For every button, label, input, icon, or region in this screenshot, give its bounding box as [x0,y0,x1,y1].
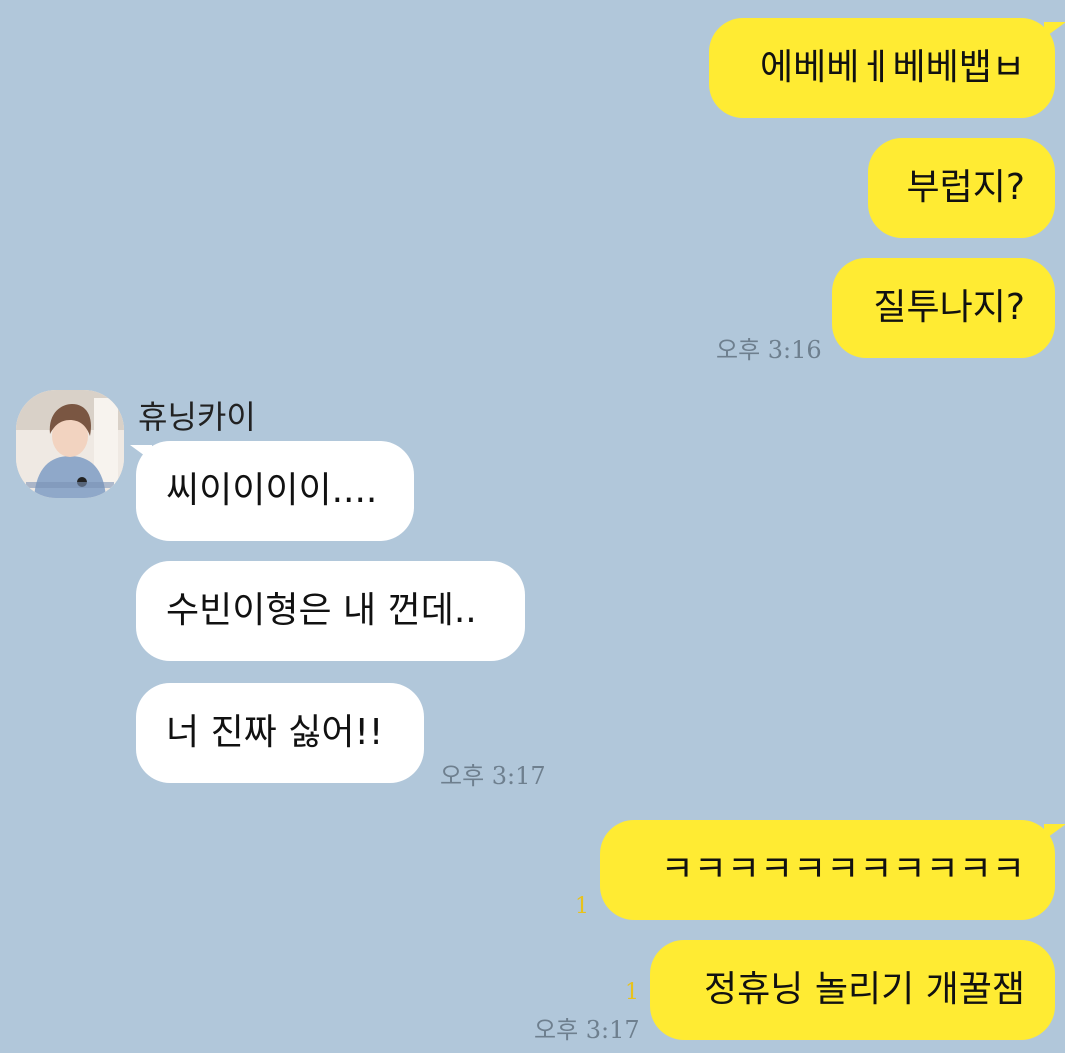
bubble-tail [1044,22,1065,38]
profile-photo-icon [16,390,124,498]
unread-count: 1 [575,894,589,919]
message-timestamp: 오후 3:17 [534,1016,640,1044]
their-message-bubble[interactable]: 씨이이이이.... [136,441,414,541]
message-text: 정휴닝 놀리기 개꿀잼 [704,969,1025,1010]
message-text: ㅋㅋㅋㅋㅋㅋㅋㅋㅋㅋㅋ [660,849,1025,890]
avatar[interactable] [16,390,124,498]
message-text: 너 진짜 싫어!! [166,712,384,753]
sender-name: 휴닝카이 [138,398,256,436]
bubble-tail [130,445,152,461]
message-text: 씨이이이이.... [166,470,378,511]
their-message-bubble[interactable]: 너 진짜 싫어!! [136,683,424,783]
message-text: 부럽지? [906,167,1025,208]
bubble-tail [1044,824,1065,840]
message-timestamp: 오후 3:17 [440,762,546,790]
message-text: 질투나지? [873,287,1025,328]
message-text: 에베베ㅔ베베뱁ㅂ [760,47,1025,88]
their-message-bubble[interactable]: 수빈이형은 내 껀데.. [136,561,525,661]
my-message-bubble[interactable]: 에베베ㅔ베베뱁ㅂ [709,18,1055,118]
message-text: 수빈이형은 내 껀데.. [166,590,477,631]
my-message-bubble[interactable]: 부럽지? [868,138,1055,238]
message-timestamp: 오후 3:16 [716,336,822,364]
my-message-bubble[interactable]: ㅋㅋㅋㅋㅋㅋㅋㅋㅋㅋㅋ [600,820,1055,920]
unread-count: 1 [625,980,639,1005]
my-message-bubble[interactable]: 정휴닝 놀리기 개꿀잼 [650,940,1055,1040]
my-message-bubble[interactable]: 질투나지? [832,258,1055,358]
